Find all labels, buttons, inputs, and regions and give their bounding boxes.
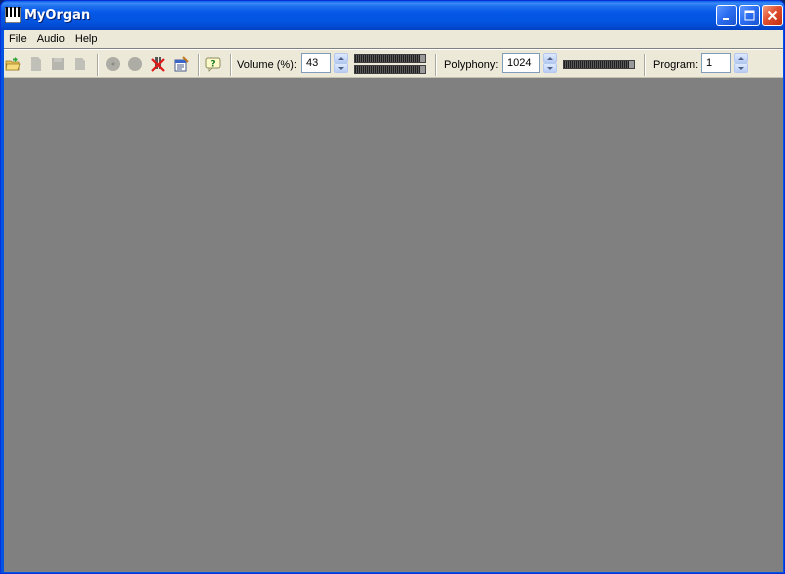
polyphony-meter [563, 60, 635, 69]
app-window: MyOrgan File Audio Help ? Volume (%): 43… [0, 0, 785, 574]
polyphony-input[interactable]: 1024 [502, 53, 540, 73]
maximize-button[interactable] [739, 5, 760, 26]
client-area: File Audio Help ? Volume (%): 43 Polypho… [4, 30, 783, 572]
document-icon[interactable] [72, 56, 88, 72]
program-label: Program: [653, 59, 699, 71]
toolbar: ? Volume (%): 43 Polyphony: 1024 Program… [4, 49, 783, 78]
new-icon[interactable] [28, 56, 44, 72]
arrow-up-icon [738, 56, 744, 60]
panic-icon[interactable] [150, 56, 166, 72]
polyphony-spinner[interactable] [543, 53, 557, 73]
record-icon[interactable] [105, 56, 121, 72]
organ-workspace [4, 79, 783, 572]
help-icon[interactable]: ? [205, 56, 221, 72]
open-folder-icon[interactable] [5, 56, 21, 72]
volume-up-button[interactable] [334, 53, 348, 63]
volume-label: Volume (%): [237, 59, 297, 71]
toolbar-separator [97, 54, 99, 76]
program-down-button[interactable] [734, 63, 748, 73]
arrow-up-icon [338, 56, 344, 60]
menu-bar: File Audio Help [4, 30, 783, 48]
arrow-down-icon [338, 66, 344, 70]
maximize-icon [744, 10, 755, 21]
save-icon[interactable] [50, 56, 66, 72]
volume-meter-left [354, 54, 426, 63]
volume-down-button[interactable] [334, 63, 348, 73]
arrow-up-icon [547, 56, 553, 60]
polyphony-up-button[interactable] [543, 53, 557, 63]
organ-keys-icon [5, 7, 21, 23]
properties-icon[interactable] [173, 56, 189, 72]
program-up-button[interactable] [734, 53, 748, 63]
arrow-down-icon [738, 66, 744, 70]
toolbar-separator [435, 54, 437, 76]
stop-icon[interactable] [127, 56, 143, 72]
svg-text:?: ? [210, 60, 215, 70]
title-bar[interactable]: MyOrgan [1, 1, 784, 30]
polyphony-down-button[interactable] [543, 63, 557, 73]
program-spinner[interactable] [734, 53, 748, 73]
minimize-icon [722, 17, 729, 20]
volume-spinner[interactable] [334, 53, 348, 73]
minimize-button[interactable] [716, 5, 737, 26]
menu-help[interactable]: Help [70, 30, 103, 48]
toolbar-separator [198, 54, 200, 76]
window-title: MyOrgan [24, 8, 91, 23]
menu-file[interactable]: File [4, 30, 32, 48]
polyphony-label: Polyphony: [444, 59, 499, 71]
arrow-down-icon [547, 66, 553, 70]
close-button[interactable] [762, 5, 783, 26]
toolbar-separator [230, 54, 232, 76]
toolbar-separator [644, 54, 646, 76]
volume-input[interactable]: 43 [301, 53, 331, 73]
menu-audio[interactable]: Audio [32, 30, 70, 48]
close-icon [767, 10, 778, 21]
program-input[interactable]: 1 [701, 53, 731, 73]
volume-meter-right [354, 65, 426, 74]
